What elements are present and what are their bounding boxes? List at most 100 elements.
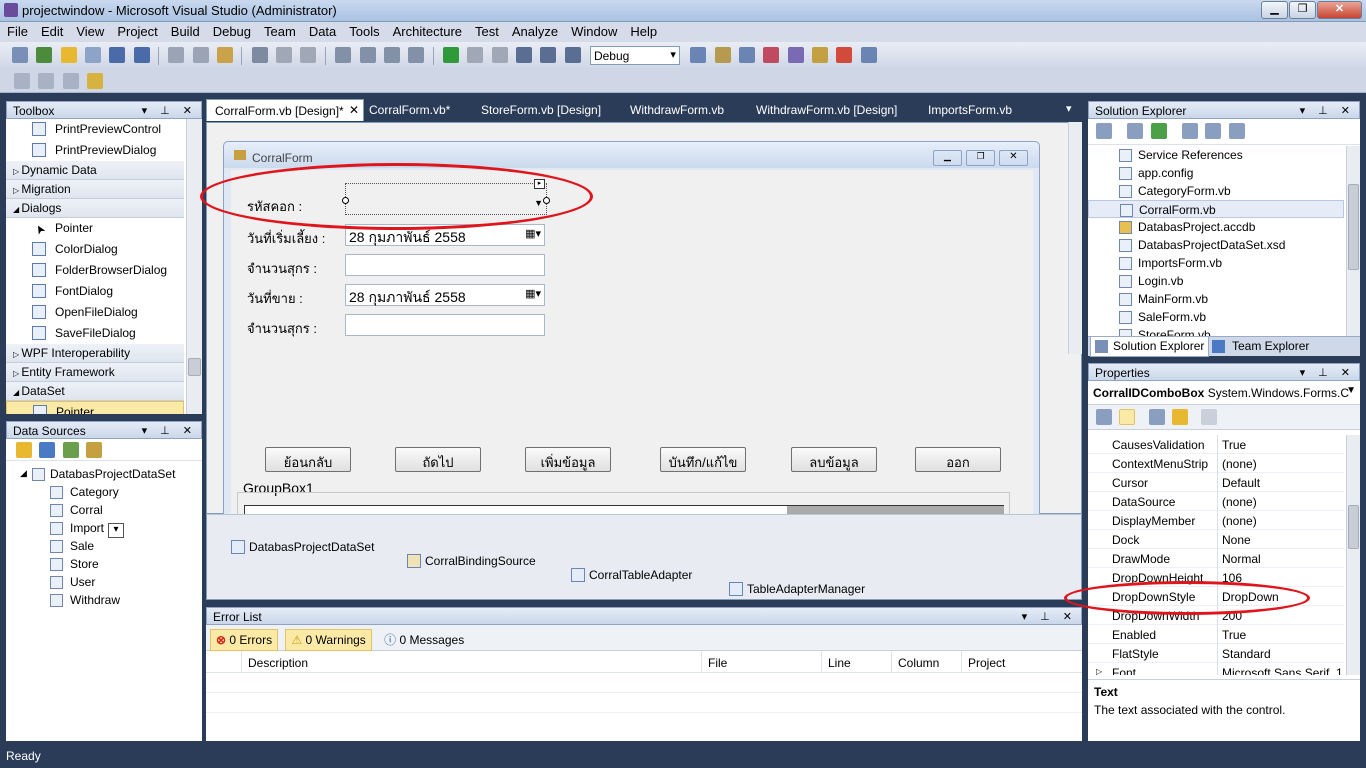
menu-test[interactable]: Test xyxy=(468,22,505,39)
property-row[interactable]: FlatStyle Standard xyxy=(1088,644,1344,663)
tab-team-explorer[interactable]: Team Explorer xyxy=(1212,339,1309,353)
designer-scrollbar[interactable] xyxy=(1068,122,1082,354)
toolbox-group[interactable]: ▷ WPF Interoperability xyxy=(6,344,184,363)
property-value[interactable]: Microsoft Sans Serif, 1: xyxy=(1222,666,1342,675)
table-node[interactable]: Category xyxy=(6,483,202,501)
minimize-button[interactable]: ▁ xyxy=(1261,1,1288,19)
toolbox-item[interactable]: OpenFileDialog xyxy=(6,302,184,323)
start-debug-icon[interactable] xyxy=(442,47,459,63)
messages-filter[interactable]: ⓘ 0 Messages xyxy=(379,628,469,651)
alphabetical-icon[interactable] xyxy=(1119,409,1136,425)
panel-controls-icon[interactable]: ▾ ⊥ ✕ xyxy=(1022,610,1077,623)
toolbox-item[interactable]: FontDialog xyxy=(6,281,184,302)
comment-icon[interactable] xyxy=(276,47,293,63)
view-code-icon[interactable] xyxy=(1182,123,1199,139)
toolbox-group[interactable]: ▷ Dynamic Data xyxy=(6,161,184,180)
step-over-icon[interactable] xyxy=(540,47,557,63)
add-data-source-icon[interactable] xyxy=(16,442,32,458)
properties-icon[interactable] xyxy=(714,47,731,63)
toolbox-item[interactable]: SaveFileDialog xyxy=(6,323,184,344)
menu-analyze[interactable]: Analyze xyxy=(505,22,564,39)
property-row[interactable]: DataSource (none) xyxy=(1088,492,1344,511)
toolbox-item[interactable]: ➤ Pointer xyxy=(6,218,184,239)
solution-item[interactable]: DatabasProjectDataSet.xsd xyxy=(1088,236,1344,254)
navigate-forward-icon[interactable] xyxy=(408,47,425,63)
copy-icon[interactable] xyxy=(192,47,209,63)
back-button[interactable]: ย้อนกลับ xyxy=(265,447,351,472)
menu-project[interactable]: Project xyxy=(110,22,163,39)
tab-corralform-design[interactable]: CorralForm.vb [Design]* ✕ xyxy=(206,99,364,121)
property-value[interactable]: True xyxy=(1222,438,1342,452)
scrollbar-thumb[interactable] xyxy=(1348,184,1359,270)
add-item-icon[interactable] xyxy=(36,47,53,63)
warnings-filter[interactable]: ⚠ 0 Warnings xyxy=(285,629,372,651)
property-value[interactable]: (none) xyxy=(1222,457,1342,471)
close-button[interactable]: ✕ xyxy=(1317,1,1362,19)
add-data-button[interactable]: เพิ่มข้อมูล xyxy=(525,447,611,472)
sale-date-picker[interactable]: 28 กุมภาพันธ์ 2558 ▦▾ xyxy=(345,284,545,306)
toolbox-group[interactable]: ◢ Dialogs xyxy=(6,199,184,218)
pause-icon[interactable] xyxy=(467,47,484,63)
groupbox[interactable] xyxy=(237,492,1010,517)
save-icon[interactable] xyxy=(109,47,126,63)
class-diagram-icon[interactable] xyxy=(1228,123,1245,139)
command-window-icon[interactable] xyxy=(836,47,853,63)
property-value[interactable]: (none) xyxy=(1222,514,1342,528)
menu-team[interactable]: Team xyxy=(257,22,302,39)
column-project[interactable]: Project xyxy=(962,651,1062,673)
column-description[interactable]: Description xyxy=(242,651,702,673)
toolbox-icon[interactable] xyxy=(763,47,780,63)
panel-controls-icon[interactable]: ▾ ⊥ ✕ xyxy=(142,104,197,117)
properties-scrollbar[interactable] xyxy=(1346,435,1360,675)
toolbox-item[interactable]: PrintPreviewDialog xyxy=(6,140,184,161)
tab-solution-explorer[interactable]: Solution Explorer xyxy=(1090,337,1210,357)
menu-view[interactable]: View xyxy=(69,22,110,39)
redo-icon[interactable] xyxy=(359,47,376,63)
uncomment-icon[interactable] xyxy=(300,47,317,63)
panel-controls-icon[interactable]: ▾ ⊥ ✕ xyxy=(1300,104,1355,117)
property-row[interactable]: CausesValidation True xyxy=(1088,435,1344,454)
property-row[interactable]: DrawMode Normal xyxy=(1088,549,1344,568)
table-node[interactable]: Corral xyxy=(6,501,202,519)
scrollbar-thumb[interactable] xyxy=(1348,505,1359,549)
toolbox-item[interactable]: Pointer xyxy=(6,401,184,414)
cut-icon[interactable] xyxy=(168,47,185,63)
tab-withdrawform-design[interactable]: WithdrawForm.vb [Design] xyxy=(748,99,905,121)
toolbox-group[interactable]: ▷ Entity Framework xyxy=(6,363,184,382)
solution-item[interactable]: CorralForm.vb xyxy=(1088,200,1344,218)
collapse-icon[interactable]: ◢ xyxy=(20,468,27,479)
column-file[interactable]: File xyxy=(702,651,822,673)
column-icon[interactable] xyxy=(206,651,242,673)
calendar-icon[interactable]: ▦▾ xyxy=(525,287,541,300)
menu-debug[interactable]: Debug xyxy=(206,22,257,39)
toolbox-item[interactable]: ColorDialog xyxy=(6,239,184,260)
menu-data[interactable]: Data xyxy=(302,22,342,39)
toolbox-item[interactable]: FolderBrowserDialog xyxy=(6,260,184,281)
object-browser-icon[interactable] xyxy=(738,47,755,63)
toolbox-group[interactable]: ▷ Migration xyxy=(6,180,184,199)
refresh-icon[interactable] xyxy=(1150,123,1167,139)
solution-item[interactable]: SaleForm.vb xyxy=(1088,308,1344,326)
events-icon[interactable] xyxy=(1172,409,1189,425)
size-icon[interactable] xyxy=(38,73,55,89)
expand-icon[interactable]: ▷ xyxy=(1096,667,1102,675)
solution-scrollbar[interactable] xyxy=(1346,146,1360,336)
menu-tools[interactable]: Tools xyxy=(342,22,385,39)
more-tools-icon[interactable] xyxy=(860,47,877,63)
solution-item[interactable]: MainForm.vb xyxy=(1088,290,1344,308)
toolbox-group[interactable]: ◢ DataSet xyxy=(6,382,184,401)
tab-importsform-code[interactable]: ImportsForm.vb xyxy=(920,99,1020,121)
solution-item[interactable]: DatabasProject.accdb xyxy=(1088,218,1344,236)
solution-item[interactable]: CategoryForm.vb xyxy=(1088,182,1344,200)
refresh-icon[interactable] xyxy=(86,442,103,458)
new-project-icon[interactable] xyxy=(12,47,28,63)
pig-count-input-2[interactable] xyxy=(345,314,545,336)
pig-count-input[interactable] xyxy=(345,254,545,276)
table-node[interactable]: Import ▾ xyxy=(6,519,202,538)
calendar-icon[interactable]: ▦▾ xyxy=(525,227,541,240)
solution-item[interactable]: Login.vb xyxy=(1088,272,1344,290)
paste-icon[interactable] xyxy=(217,47,234,63)
column-column[interactable]: Column xyxy=(892,651,962,673)
properties-view-icon[interactable] xyxy=(1148,409,1165,425)
menu-edit[interactable]: Edit xyxy=(34,22,69,39)
